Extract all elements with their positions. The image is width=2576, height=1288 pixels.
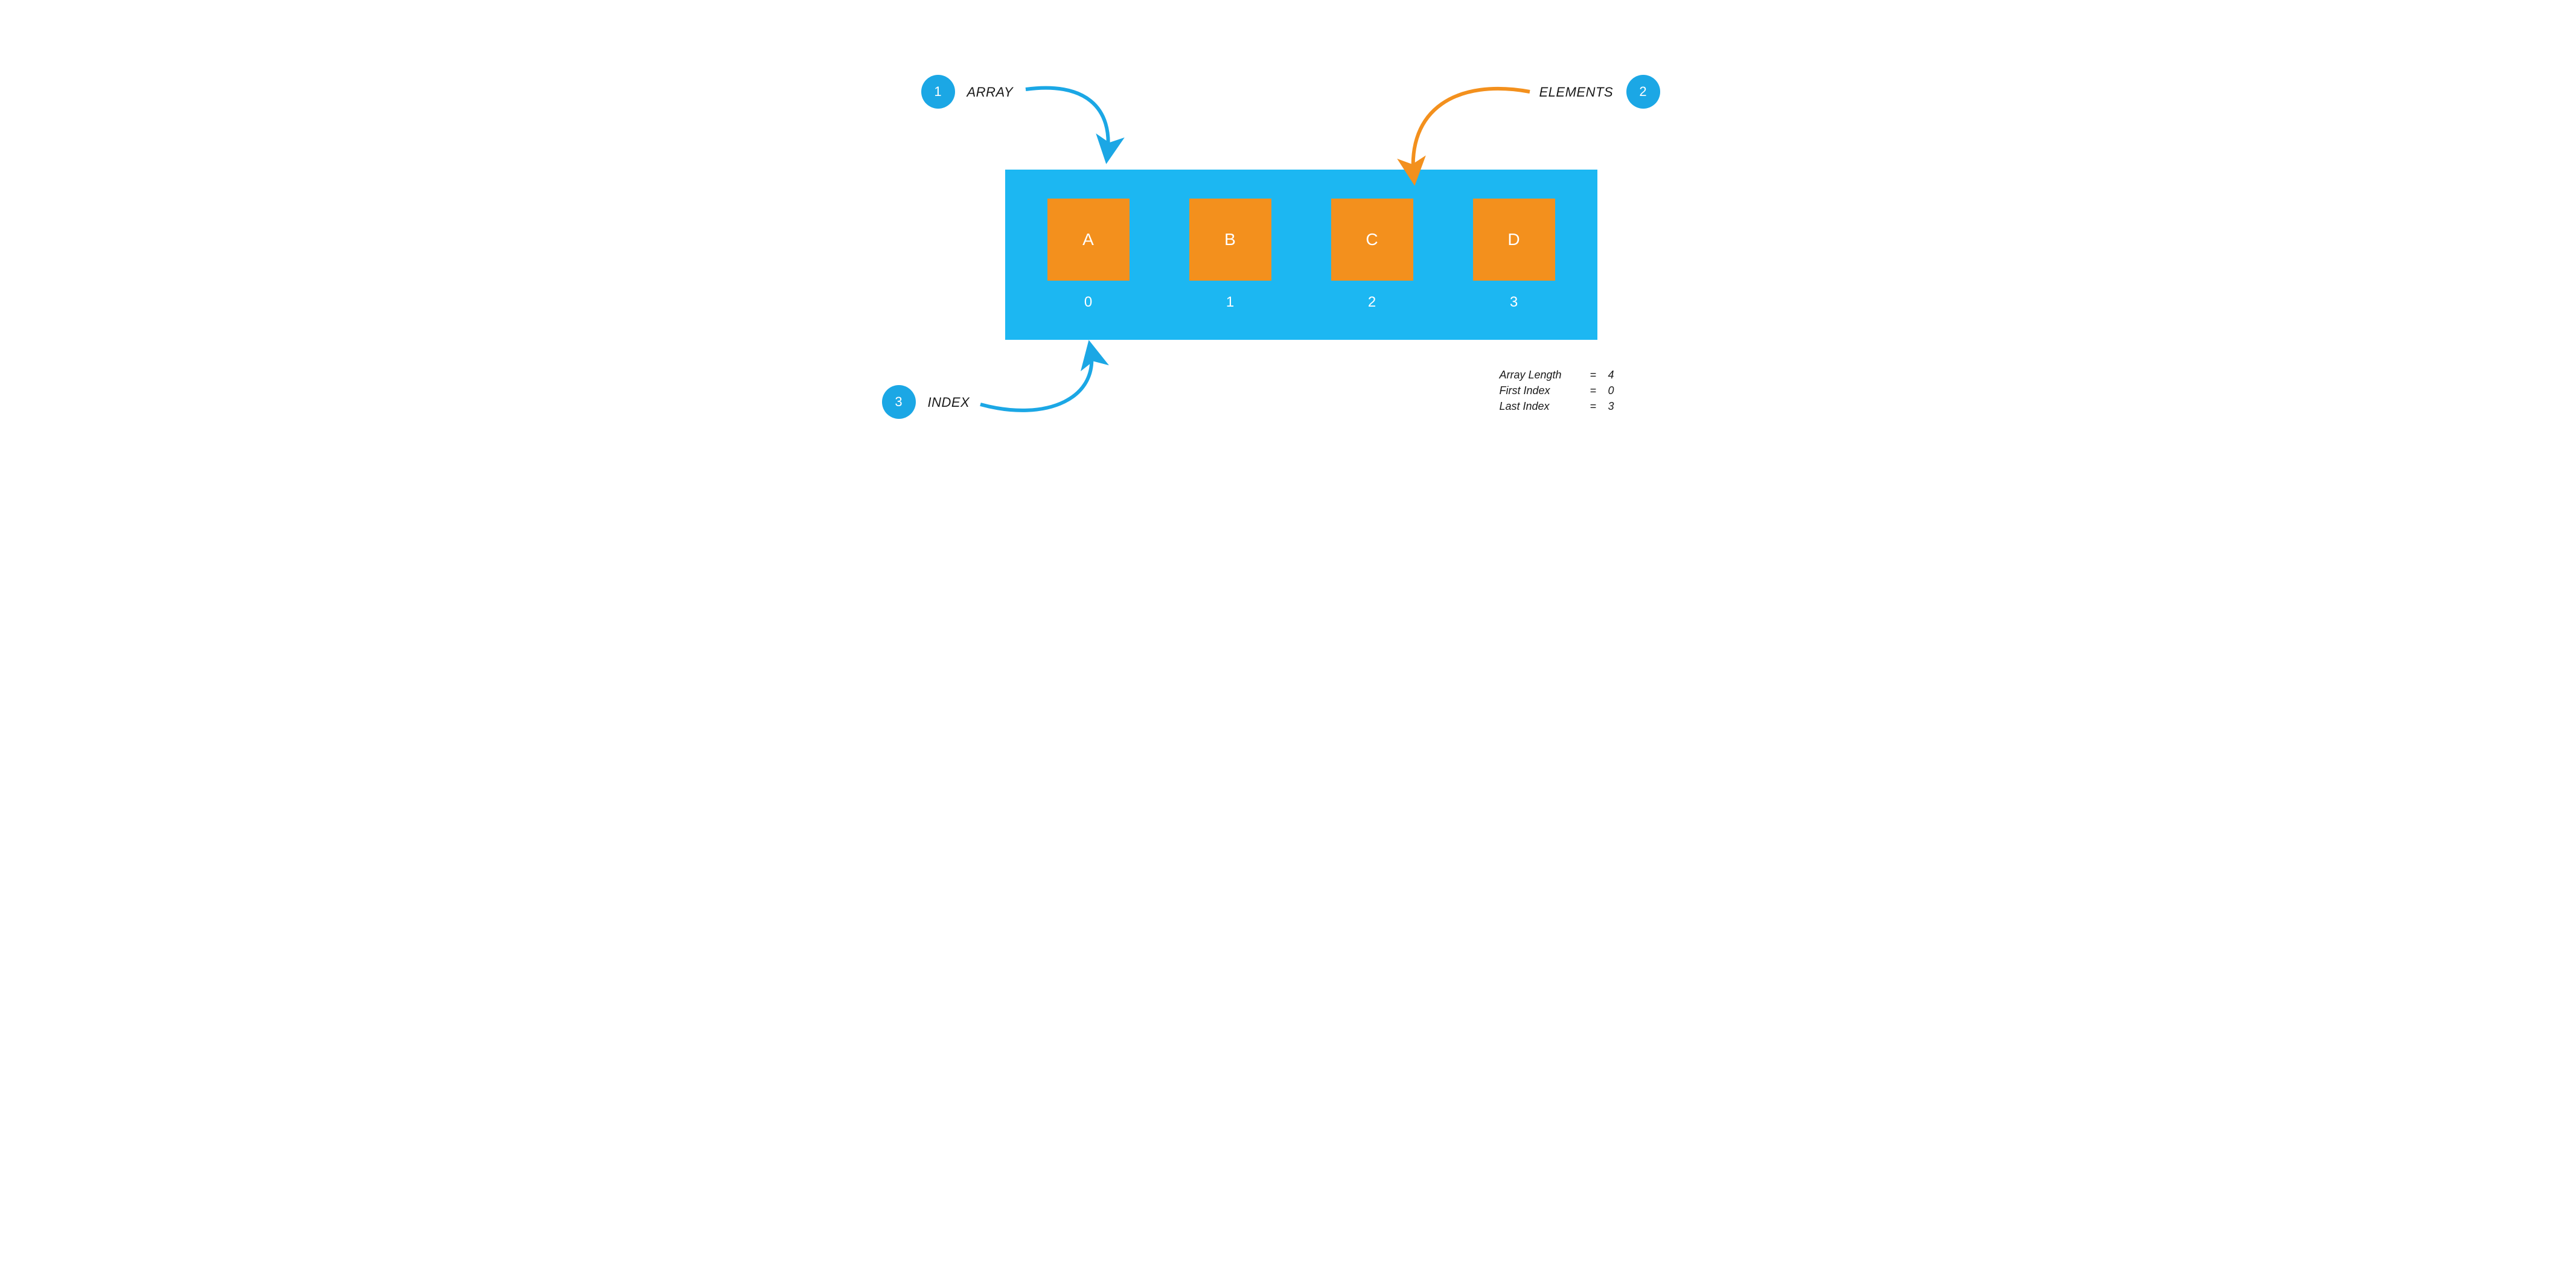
- info-eq: =: [1590, 398, 1608, 414]
- badge-3-number: 3: [895, 394, 902, 410]
- array-element: A: [1047, 199, 1130, 281]
- info-row: Last Index = 3: [1500, 398, 1614, 414]
- label-elements: ELEMENTS: [1539, 84, 1614, 100]
- info-row: Array Length = 4: [1500, 367, 1614, 383]
- array-cell-1: B 1: [1189, 199, 1271, 311]
- cell-index: 0: [1084, 294, 1092, 311]
- badge-2-number: 2: [1639, 84, 1646, 100]
- info-row: First Index = 0: [1500, 383, 1614, 398]
- info-val: 3: [1608, 398, 1614, 414]
- info-eq: =: [1590, 367, 1608, 383]
- cell-index: 3: [1510, 294, 1518, 311]
- array-cell-3: D 3: [1473, 199, 1555, 311]
- info-eq: =: [1590, 383, 1608, 398]
- label-index: INDEX: [928, 395, 970, 410]
- cell-value: C: [1366, 230, 1378, 249]
- info-val: 4: [1608, 367, 1614, 383]
- cell-index: 1: [1226, 294, 1234, 311]
- badge-2: 2: [1626, 75, 1660, 109]
- array-cell-0: A 0: [1047, 199, 1130, 311]
- array-container: A 0 B 1 C 2 D 3: [1005, 170, 1597, 340]
- cell-index: 2: [1368, 294, 1376, 311]
- badge-1: 1: [921, 75, 955, 109]
- arrow-index-icon: [980, 347, 1091, 410]
- info-table: Array Length = 4 First Index = 0 Last In…: [1500, 367, 1614, 414]
- cell-value: D: [1507, 230, 1520, 249]
- badge-3: 3: [882, 385, 916, 419]
- info-key: Array Length: [1500, 367, 1590, 383]
- array-element: B: [1189, 199, 1271, 281]
- array-cell-2: C 2: [1331, 199, 1413, 311]
- cell-value: A: [1082, 230, 1094, 249]
- info-key: Last Index: [1500, 398, 1590, 414]
- arrow-array-icon: [1026, 88, 1108, 157]
- diagram-canvas: 1 ARRAY 2 ELEMENTS A 0 B 1 C 2 D: [817, 0, 1759, 471]
- array-element: D: [1473, 199, 1555, 281]
- array-element: C: [1331, 199, 1413, 281]
- info-val: 0: [1608, 383, 1614, 398]
- badge-1-number: 1: [934, 84, 941, 100]
- info-key: First Index: [1500, 383, 1590, 398]
- arrow-elements-icon: [1413, 89, 1529, 179]
- cell-value: B: [1224, 230, 1236, 249]
- label-array: ARRAY: [967, 84, 1014, 100]
